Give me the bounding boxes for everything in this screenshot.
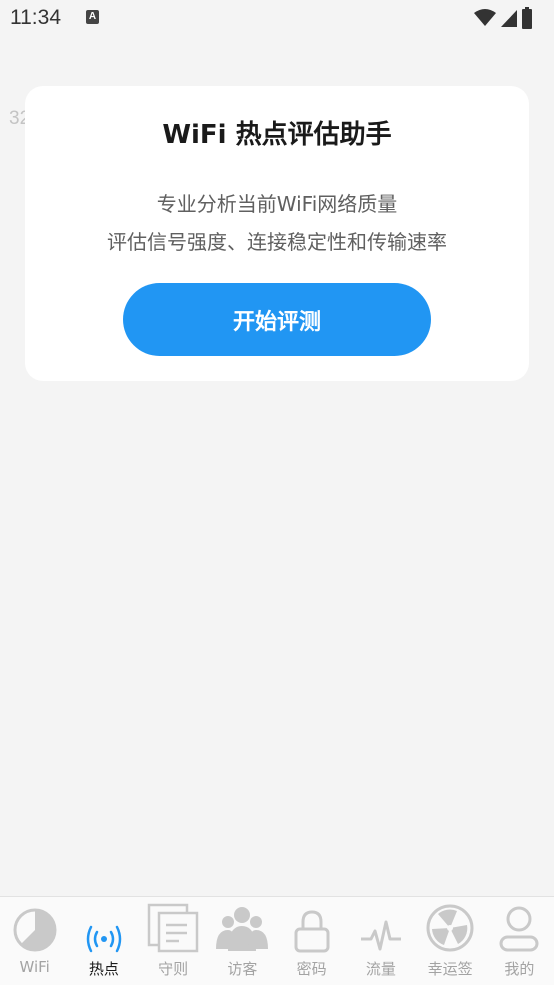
fan-icon	[425, 903, 475, 953]
card-description-line2: 评估信号强度、连接稳定性和传输速率	[107, 230, 447, 254]
people-icon	[216, 903, 269, 953]
battery-icon	[522, 7, 532, 29]
tab-label: WiFi	[19, 958, 50, 976]
tab-rules[interactable]: 守则	[139, 897, 208, 985]
tab-hotspot[interactable]: 热点	[69, 897, 138, 985]
status-icons	[474, 7, 532, 29]
tab-label: 访客	[227, 960, 258, 978]
card-title: WiFi 热点评估助手	[162, 120, 392, 150]
person-icon	[497, 903, 541, 953]
tab-lucky-draw[interactable]: 幸运签	[416, 897, 485, 985]
tab-wifi[interactable]: WiFi	[0, 897, 69, 985]
cell-signal-icon	[501, 10, 517, 27]
document-icon	[147, 903, 199, 953]
status-time: 11:34	[10, 6, 61, 29]
tab-label: 热点	[88, 960, 119, 978]
start-evaluation-button[interactable]: 开始评测	[123, 283, 431, 356]
pulse-icon	[360, 903, 402, 953]
text-a-icon: A	[86, 10, 99, 24]
tab-label: 流量	[365, 960, 396, 978]
bottom-nav: WiFi 热点 守则 访客 密码 流量 幸运签 我的	[0, 896, 554, 985]
tab-label: 幸运签	[427, 960, 473, 978]
lock-icon	[292, 903, 332, 953]
tab-password[interactable]: 密码	[277, 897, 346, 985]
tab-profile[interactable]: 我的	[485, 897, 554, 985]
pie-chart-icon	[11, 903, 59, 953]
tab-label: 我的	[504, 960, 535, 978]
tab-label: 守则	[158, 960, 189, 978]
wifi-signal-icon	[474, 9, 496, 26]
status-bar: 11:34 A	[0, 0, 554, 36]
card-description-line1: 专业分析当前WiFi网络质量	[156, 192, 398, 216]
tab-label: 密码	[296, 960, 327, 978]
tab-visitors[interactable]: 访客	[208, 897, 277, 985]
tab-traffic[interactable]: 流量	[346, 897, 415, 985]
broadcast-icon	[84, 903, 124, 953]
hotspot-eval-card: WiFi 热点评估助手 专业分析当前WiFi网络质量 评估信号强度、连接稳定性和…	[25, 86, 529, 381]
